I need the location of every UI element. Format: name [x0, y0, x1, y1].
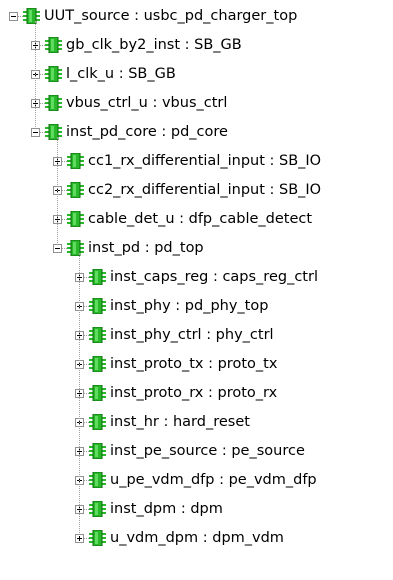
tree-node-inst-phy[interactable]: inst_phy : pd_phy_top: [75, 294, 268, 318]
module-instance-icon: [45, 66, 66, 82]
module-instance-icon: [67, 153, 88, 169]
tree-node-label: u_vdm_dpm : dpm_vdm: [110, 530, 284, 546]
tree-node-u-vdm-dpm[interactable]: u_vdm_dpm : dpm_vdm: [75, 526, 284, 550]
tree-node-inst-pd[interactable]: inst_pd : pd_top: [53, 236, 204, 260]
tree-node-label: inst_pd : pd_top: [88, 240, 204, 256]
module-instance-icon: [89, 472, 110, 488]
tree-node-label: cable_det_u : dfp_cable_detect: [88, 211, 313, 227]
tree-node-label: inst_pd_core : pd_core: [66, 124, 228, 140]
module-instance-icon: [89, 385, 110, 401]
module-instance-icon: [89, 327, 110, 343]
tree-node-label: gb_clk_by2_inst : SB_GB: [66, 37, 242, 53]
tree-guide-line: [79, 253, 80, 533]
tree-node-inst-proto-tx[interactable]: inst_proto_tx : proto_tx: [75, 352, 277, 376]
tree-node-inst-dpm[interactable]: inst_dpm : dpm: [75, 497, 223, 521]
module-instance-icon: [89, 530, 110, 546]
tree-node-label: cc2_rx_differential_input : SB_IO: [88, 182, 322, 198]
tree-node-gb-clk-by2-inst[interactable]: gb_clk_by2_inst : SB_GB: [31, 33, 242, 57]
collapse-toggle-icon[interactable]: [53, 243, 62, 253]
module-instance-icon: [23, 8, 44, 24]
tree-node-inst-caps-reg[interactable]: inst_caps_reg : caps_reg_ctrl: [75, 265, 318, 289]
tree-node-label: l_clk_u : SB_GB: [66, 66, 176, 82]
tree-node-cc1-rx-differential-input[interactable]: cc1_rx_differential_input : SB_IO: [53, 149, 321, 173]
module-instance-icon: [67, 211, 88, 227]
tree-node-label: inst_pe_source : pe_source: [110, 443, 305, 459]
module-instance-icon: [45, 95, 66, 111]
collapse-toggle-icon[interactable]: [9, 11, 18, 21]
module-instance-icon: [89, 414, 110, 430]
module-instance-icon: [89, 269, 110, 285]
tree-node-label: inst_hr : hard_reset: [110, 414, 250, 430]
module-instance-icon: [89, 443, 110, 459]
tree-node-inst-phy-ctrl[interactable]: inst_phy_ctrl : phy_ctrl: [75, 323, 274, 347]
design-hierarchy-tree[interactable]: UUT_source : usbc_pd_charger_top gb_clk_b…: [0, 0, 393, 580]
tree-node-inst-hr[interactable]: inst_hr : hard_reset: [75, 410, 250, 434]
tree-node-inst-proto-rx[interactable]: inst_proto_rx : proto_rx: [75, 381, 277, 405]
module-instance-icon: [45, 37, 66, 53]
tree-node-label: UUT_source : usbc_pd_charger_top: [44, 8, 298, 24]
tree-node-label: inst_proto_rx : proto_rx: [110, 385, 278, 401]
tree-node-label: inst_phy : pd_phy_top: [110, 298, 269, 314]
module-instance-icon: [89, 298, 110, 314]
tree-node-cable-det-u[interactable]: cable_det_u : dfp_cable_detect: [53, 207, 312, 231]
tree-guide-line: [57, 137, 58, 243]
tree-node-label: u_pe_vdm_dfp : pe_vdm_dfp: [110, 472, 317, 488]
module-instance-icon: [67, 182, 88, 198]
module-instance-icon: [67, 240, 88, 256]
tree-node-label: inst_proto_tx : proto_tx: [110, 356, 278, 372]
expand-toggle-icon[interactable]: [75, 533, 84, 543]
tree-guide-line: [35, 21, 36, 127]
tree-node-inst-pd-core[interactable]: inst_pd_core : pd_core: [31, 120, 228, 144]
tree-node-label: inst_phy_ctrl : phy_ctrl: [110, 327, 274, 343]
tree-node-label: vbus_ctrl_u : vbus_ctrl: [66, 95, 228, 111]
module-instance-icon: [89, 501, 110, 517]
tree-node-inst-pe-source[interactable]: inst_pe_source : pe_source: [75, 439, 305, 463]
collapse-toggle-icon[interactable]: [31, 127, 40, 137]
tree-node-u-pe-vdm-dfp[interactable]: u_pe_vdm_dfp : pe_vdm_dfp: [75, 468, 317, 492]
tree-node-vbus-ctrl-u[interactable]: vbus_ctrl_u : vbus_ctrl: [31, 91, 227, 115]
tree-node-uut-source[interactable]: UUT_source : usbc_pd_charger_top: [9, 4, 297, 28]
tree-node-label: inst_caps_reg : caps_reg_ctrl: [110, 269, 318, 285]
tree-node-l-clk-u[interactable]: l_clk_u : SB_GB: [31, 62, 176, 86]
tree-node-label: inst_dpm : dpm: [110, 501, 223, 517]
module-instance-icon: [89, 356, 110, 372]
tree-node-cc2-rx-differential-input[interactable]: cc2_rx_differential_input : SB_IO: [53, 178, 321, 202]
module-instance-icon: [45, 124, 66, 140]
tree-node-label: cc1_rx_differential_input : SB_IO: [88, 153, 322, 169]
